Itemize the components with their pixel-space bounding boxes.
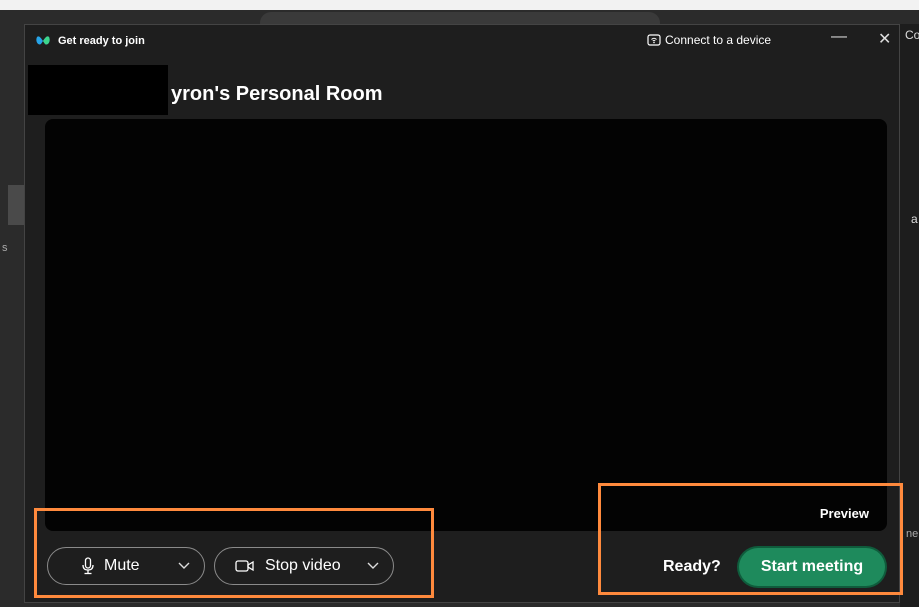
media-controls: Mute Stop video [47,547,394,585]
preview-label: Preview [819,506,869,521]
join-meeting-dialog: Get ready to join Connect to a device — … [24,24,900,603]
stop-video-button[interactable]: Stop video [214,547,394,585]
title-bar: Get ready to join Connect to a device — … [25,25,899,57]
webex-logo-icon [36,36,50,45]
microphone-icon [82,557,94,575]
start-meeting-button[interactable]: Start meeting [739,548,885,586]
close-button[interactable]: ✕ [878,29,891,49]
background-text-fragment: a [911,212,918,226]
minimize-button[interactable]: — [831,28,847,46]
background-right-panel [900,24,919,607]
background-text-fragment: ne [906,528,919,540]
room-title: yron's Personal Room [171,83,383,105]
background-left-tab [8,185,24,225]
camera-icon [235,560,254,572]
background-top-bar [0,0,919,10]
cast-device-icon [647,34,661,46]
background-text-fragment: s [2,242,8,254]
background-text-fragment: Co [905,28,919,42]
ready-label: Ready? [663,558,721,575]
connect-label: Connect to a device [665,33,772,47]
window-title: Get ready to join [58,35,145,47]
video-preview: Preview [45,119,887,531]
chevron-down-icon[interactable] [178,562,190,570]
mute-button[interactable]: Mute [47,547,205,585]
redacted-area [28,65,168,115]
chevron-down-icon[interactable] [367,562,379,570]
connect-to-device-button[interactable]: Connect to a device [647,33,771,47]
stop-video-label: Stop video [265,557,341,574]
mute-label: Mute [104,557,140,574]
